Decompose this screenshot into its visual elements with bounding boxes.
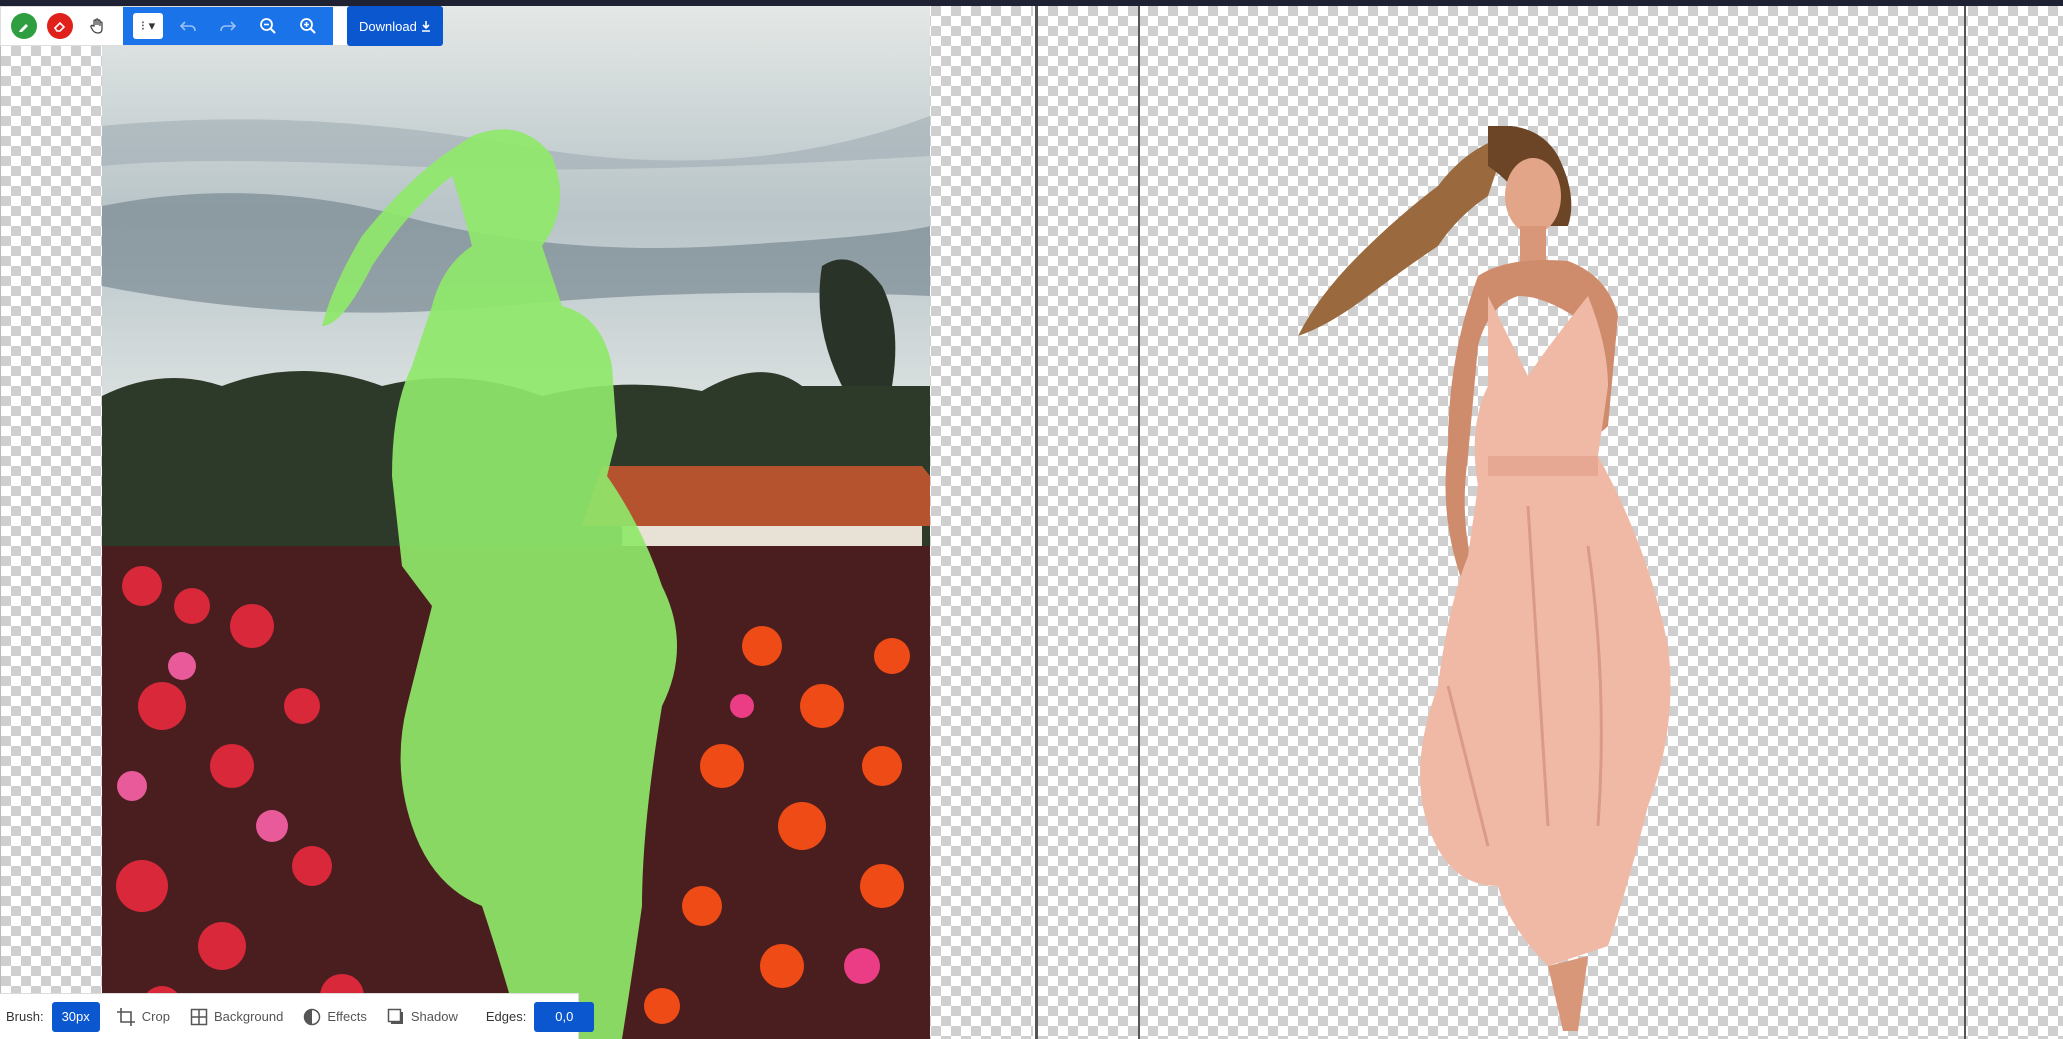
redo-icon[interactable] (213, 11, 243, 41)
undo-icon[interactable] (173, 11, 203, 41)
restore-brush-icon[interactable] (11, 13, 37, 39)
result-canvas[interactable] (1035, 6, 2063, 1039)
shadow-button[interactable]: Shadow (387, 1008, 458, 1026)
effects-label: Effects (327, 1009, 367, 1024)
edges-label: Edges: (485, 1009, 527, 1024)
download-icon (421, 21, 430, 32)
brush-size-button[interactable]: 30px (51, 1001, 100, 1032)
brush-size-group: Brush: 30px (6, 994, 108, 1039)
contrast-icon (304, 1008, 321, 1025)
crop-button[interactable]: Crop (116, 1007, 170, 1027)
download-button[interactable]: Download (347, 6, 443, 46)
edit-tool-group: ⁝ ▾ (123, 7, 333, 45)
background-label: Background (213, 1009, 284, 1024)
zoom-in-icon[interactable] (293, 11, 323, 41)
crop-icon (116, 1007, 135, 1026)
edges-group: Edges: 0,0 (478, 994, 602, 1039)
shadow-icon (387, 1008, 403, 1024)
top-toolbar: ⁝ ▾ Download (0, 6, 443, 46)
erase-brush-icon[interactable] (47, 13, 73, 39)
source-photo (102, 6, 930, 1039)
brush-tool-group (1, 7, 123, 45)
brush-label: Brush: (6, 1009, 44, 1024)
effects-button[interactable]: Effects (303, 1008, 367, 1026)
crop-label: Crop (141, 1009, 170, 1024)
source-canvas[interactable] (0, 6, 1033, 1039)
hand-pan-icon[interactable] (83, 11, 113, 41)
edges-button[interactable]: 0,0 (534, 1001, 595, 1032)
bottom-toolbar: Brush: 30px Crop Background Effects Shad… (0, 993, 595, 1039)
download-label: Download (359, 18, 417, 34)
shadow-label: Shadow (410, 1009, 458, 1024)
background-grid-icon (190, 1008, 208, 1025)
zoom-out-icon[interactable] (253, 11, 283, 41)
background-button[interactable]: Background (190, 1008, 283, 1026)
edit-options-group: Crop Background Effects Shadow (108, 994, 478, 1039)
brush-size-select[interactable]: ⁝ ▾ (133, 13, 163, 39)
cutout-photo (1288, 126, 1748, 1039)
